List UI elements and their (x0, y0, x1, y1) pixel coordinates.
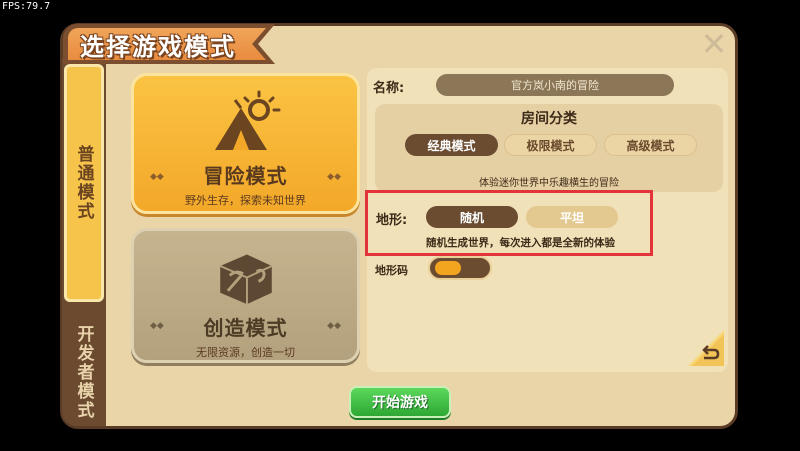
adventure-mode-card[interactable]: 冒险模式 野外生存，探索未知世界 ◆◆ ◆◆ (131, 73, 360, 214)
diamond-icon: ◆◆ (150, 321, 164, 331)
close-icon: ✕ (700, 25, 728, 63)
tab-developer-mode[interactable]: 开发者模式 (62, 320, 106, 424)
tent-sun-icon (214, 90, 280, 150)
seed-label: 地形码 (375, 264, 408, 277)
room-option-extreme[interactable]: 极限模式 (504, 134, 597, 156)
create-mode-name: 创造模式 (203, 316, 288, 340)
room-option-classic[interactable]: 经典模式 (405, 134, 498, 156)
start-game-button[interactable]: 开始游戏 (349, 386, 451, 418)
terrain-label: 地形: (376, 213, 408, 228)
room-option-advanced[interactable]: 高级模式 (604, 134, 697, 156)
undo-icon[interactable] (688, 330, 724, 366)
name-label: 名称: (373, 81, 405, 96)
mode-tabs: 普通模式 开发者模式 (62, 58, 106, 426)
create-mode-desc: 无限资源，创造一切 (196, 346, 295, 359)
world-name-field[interactable]: 官方岚小南的冒险 (436, 74, 674, 96)
seed-toggle[interactable] (428, 256, 492, 280)
adventure-mode-desc: 野外生存，探索未知世界 (185, 194, 306, 207)
diamond-icon: ◆◆ (327, 172, 341, 182)
close-button[interactable]: ✕ (698, 28, 730, 60)
terrain-option-random[interactable]: 随机 (426, 206, 518, 228)
fps-counter: FPS:79.7 (2, 1, 51, 12)
diamond-icon: ◆◆ (150, 172, 164, 182)
diamond-icon: ◆◆ (327, 321, 341, 331)
toggle-knob (435, 261, 461, 275)
terrain-desc: 随机生成世界，每次进入都是全新的体验 (426, 237, 615, 249)
pickaxe-box-icon (219, 254, 272, 305)
page-title: 选择游戏模式 (80, 33, 236, 61)
room-category-desc: 体验迷你世界中乐趣横生的冒险 (479, 178, 619, 189)
room-category-title: 房间分类 (521, 111, 577, 127)
adventure-mode-name: 冒险模式 (203, 164, 288, 188)
terrain-option-flat[interactable]: 平坦 (526, 206, 618, 228)
create-mode-card[interactable]: 创造模式 无限资源，创造一切 ◆◆ ◆◆ (131, 228, 360, 363)
tab-normal-mode[interactable]: 普通模式 (64, 64, 104, 302)
